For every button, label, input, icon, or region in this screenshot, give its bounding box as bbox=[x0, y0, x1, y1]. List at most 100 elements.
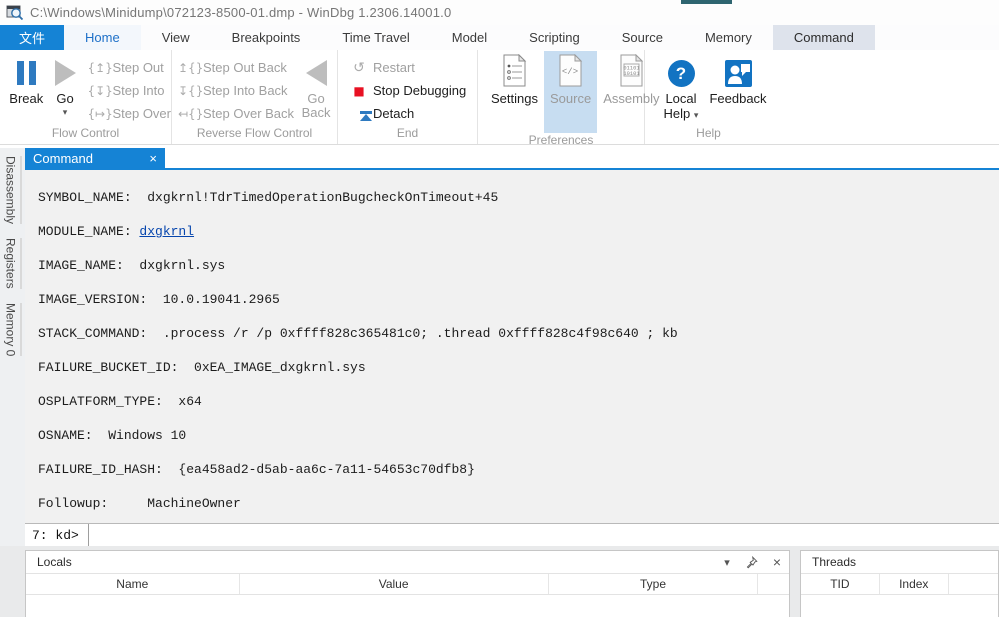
locals-panel-body[interactable] bbox=[26, 595, 789, 617]
svg-text:10101: 10101 bbox=[623, 71, 639, 77]
source-icon: </> bbox=[559, 54, 583, 87]
svg-text:</>: </> bbox=[562, 67, 578, 77]
step-out-back-button[interactable]: ↥{} Step Out Back bbox=[178, 56, 294, 79]
windbg-app-icon bbox=[6, 5, 24, 21]
step-out-back-icon: ↥{} bbox=[178, 60, 204, 75]
threads-panel-title: Threads bbox=[812, 555, 857, 569]
ribbon-tab-file[interactable]: 文件 bbox=[0, 25, 65, 50]
step-into-label: Step Into bbox=[112, 83, 165, 98]
locals-panel: Locals ▾ × Name Value Type bbox=[25, 550, 790, 617]
command-output-line: OSNAME: Windows 10 bbox=[38, 428, 187, 443]
screen-edge-artifact bbox=[681, 0, 732, 4]
command-input[interactable] bbox=[88, 524, 999, 546]
step-into-button[interactable]: {↧} Step Into bbox=[87, 79, 171, 102]
break-button[interactable]: Break bbox=[4, 56, 49, 106]
group-label-reverse-flow-control: Reverse Flow Control bbox=[196, 126, 313, 140]
group-label-preferences: Preferences bbox=[528, 133, 594, 147]
ribbon-tab-view[interactable]: View bbox=[141, 25, 211, 50]
step-out-back-label: Step Out Back bbox=[203, 60, 287, 75]
close-icon[interactable]: × bbox=[149, 151, 157, 166]
ribbon-group-end: ↺ Restart ■ Stop Debugging Detach End bbox=[338, 50, 478, 144]
break-label: Break bbox=[9, 91, 44, 106]
command-output-line: IMAGE_VERSION: 10.0.19041.2965 bbox=[38, 292, 280, 307]
step-over-back-icon: ↤{} bbox=[178, 106, 204, 121]
step-over-label: Step Over bbox=[112, 106, 171, 121]
ribbon-group-preferences: Settings </> Source 01101 10101 Assembly… bbox=[478, 50, 660, 147]
question-mark-icon: ? bbox=[667, 60, 695, 87]
settings-label: Settings bbox=[491, 91, 538, 106]
feedback-label: Feedback bbox=[709, 91, 767, 106]
locals-panel-title: Locals bbox=[37, 555, 72, 569]
settings-icon bbox=[503, 54, 527, 87]
detach-button[interactable]: Detach bbox=[348, 102, 466, 125]
command-output-line: Followup: MachineOwner bbox=[38, 496, 241, 511]
threads-panel-body[interactable] bbox=[801, 595, 998, 617]
ribbon: Break Go ▾ {↥} Step Out {↧} Step Into {↦… bbox=[0, 50, 999, 147]
local-help-button[interactable]: ? Local Help ▾ bbox=[655, 57, 707, 121]
step-into-back-icon: ↧{} bbox=[178, 83, 204, 98]
assembly-icon: 01101 10101 bbox=[620, 54, 644, 87]
go-button[interactable]: Go ▾ bbox=[49, 56, 82, 117]
tab-command-label: Command bbox=[33, 150, 93, 166]
column-header-tid[interactable]: TID bbox=[801, 574, 880, 594]
docked-panel-sidebar: Disassembly Registers Memory 0 bbox=[0, 148, 25, 546]
chevron-down-icon: ▾ bbox=[693, 110, 699, 120]
column-header-value[interactable]: Value bbox=[240, 574, 549, 594]
feedback-button[interactable]: Feedback bbox=[707, 57, 769, 106]
threads-column-headers: TID Index bbox=[801, 574, 998, 595]
threads-panel: Threads TID Index bbox=[800, 550, 999, 617]
stop-icon: ■ bbox=[353, 83, 365, 98]
ribbon-tab-model[interactable]: Model bbox=[431, 25, 508, 50]
command-output-line: OSPLATFORM_TYPE: x64 bbox=[38, 394, 202, 409]
window-title: C:\Windows\Minidump\072123-8500-01.dmp -… bbox=[30, 5, 452, 20]
play-icon bbox=[54, 60, 76, 86]
ribbon-tab-breakpoints[interactable]: Breakpoints bbox=[211, 25, 322, 50]
step-over-back-button[interactable]: ↤{} Step Over Back bbox=[178, 102, 294, 125]
title-bar: C:\Windows\Minidump\072123-8500-01.dmp -… bbox=[0, 0, 999, 25]
ribbon-tab-time-travel[interactable]: Time Travel bbox=[321, 25, 430, 50]
stop-debugging-button[interactable]: ■ Stop Debugging bbox=[348, 79, 466, 102]
step-over-button[interactable]: {↦} Step Over bbox=[87, 102, 171, 125]
step-into-icon: {↧} bbox=[87, 83, 113, 98]
command-output[interactable]: SYMBOL_NAME: dxgkrnl!TdrTimedOperationBu… bbox=[25, 170, 999, 523]
sidebar-tab-registers[interactable]: Registers bbox=[4, 238, 22, 289]
close-icon[interactable]: × bbox=[773, 554, 781, 570]
module-name-link[interactable]: dxgkrnl bbox=[139, 224, 194, 239]
column-header-name[interactable]: Name bbox=[26, 574, 240, 594]
step-over-icon: {↦} bbox=[87, 106, 113, 121]
chevron-down-icon: ▾ bbox=[62, 107, 68, 117]
command-output-line: SYMBOL_NAME: dxgkrnl!TdrTimedOperationBu… bbox=[38, 190, 499, 205]
source-button[interactable]: </> Source bbox=[543, 51, 598, 133]
pin-icon[interactable] bbox=[745, 555, 758, 569]
ribbon-tab-home[interactable]: Home bbox=[64, 25, 141, 50]
column-header-index[interactable]: Index bbox=[880, 574, 949, 594]
locals-column-headers: Name Value Type bbox=[26, 574, 789, 595]
go-back-label-2: Back bbox=[301, 105, 331, 120]
ribbon-tab-command[interactable]: Command bbox=[772, 25, 875, 50]
sidebar-tab-disassembly[interactable]: Disassembly bbox=[4, 156, 22, 225]
step-into-back-button[interactable]: ↧{} Step Into Back bbox=[178, 79, 294, 102]
step-out-button[interactable]: {↥} Step Out bbox=[87, 56, 171, 79]
go-back-button[interactable]: Go Back bbox=[296, 56, 336, 120]
sidebar-tab-memory-0[interactable]: Memory 0 bbox=[4, 302, 22, 357]
locals-panel-header: Locals ▾ × bbox=[26, 551, 789, 574]
ribbon-tab-source[interactable]: Source bbox=[601, 25, 684, 50]
group-label-flow-control: Flow Control bbox=[51, 126, 120, 140]
bottom-dock: Locals ▾ × Name Value Type Threads TID Inde… bbox=[0, 546, 999, 617]
settings-button[interactable]: Settings bbox=[485, 51, 544, 133]
command-input-row: 7: kd> bbox=[25, 523, 999, 546]
group-label-help: Help bbox=[696, 126, 721, 140]
command-output-line: STACK_COMMAND: .process /r /p 0xffff828c… bbox=[38, 326, 678, 341]
ribbon-tab-scripting[interactable]: Scripting bbox=[508, 25, 601, 50]
main-area: Disassembly Registers Memory 0 Command × S… bbox=[0, 148, 999, 546]
restart-button[interactable]: ↺ Restart bbox=[348, 56, 466, 79]
panel-splitter[interactable] bbox=[790, 550, 800, 617]
play-back-icon bbox=[305, 60, 327, 86]
source-label: Source bbox=[549, 91, 592, 106]
chevron-down-icon[interactable]: ▾ bbox=[724, 556, 730, 569]
column-header-type[interactable]: Type bbox=[549, 574, 759, 594]
local-help-label-2: Help bbox=[663, 106, 691, 121]
ribbon-tab-memory[interactable]: Memory bbox=[684, 25, 773, 50]
tab-command[interactable]: Command × bbox=[25, 148, 165, 168]
document-tab-bar: Command × bbox=[25, 148, 999, 170]
